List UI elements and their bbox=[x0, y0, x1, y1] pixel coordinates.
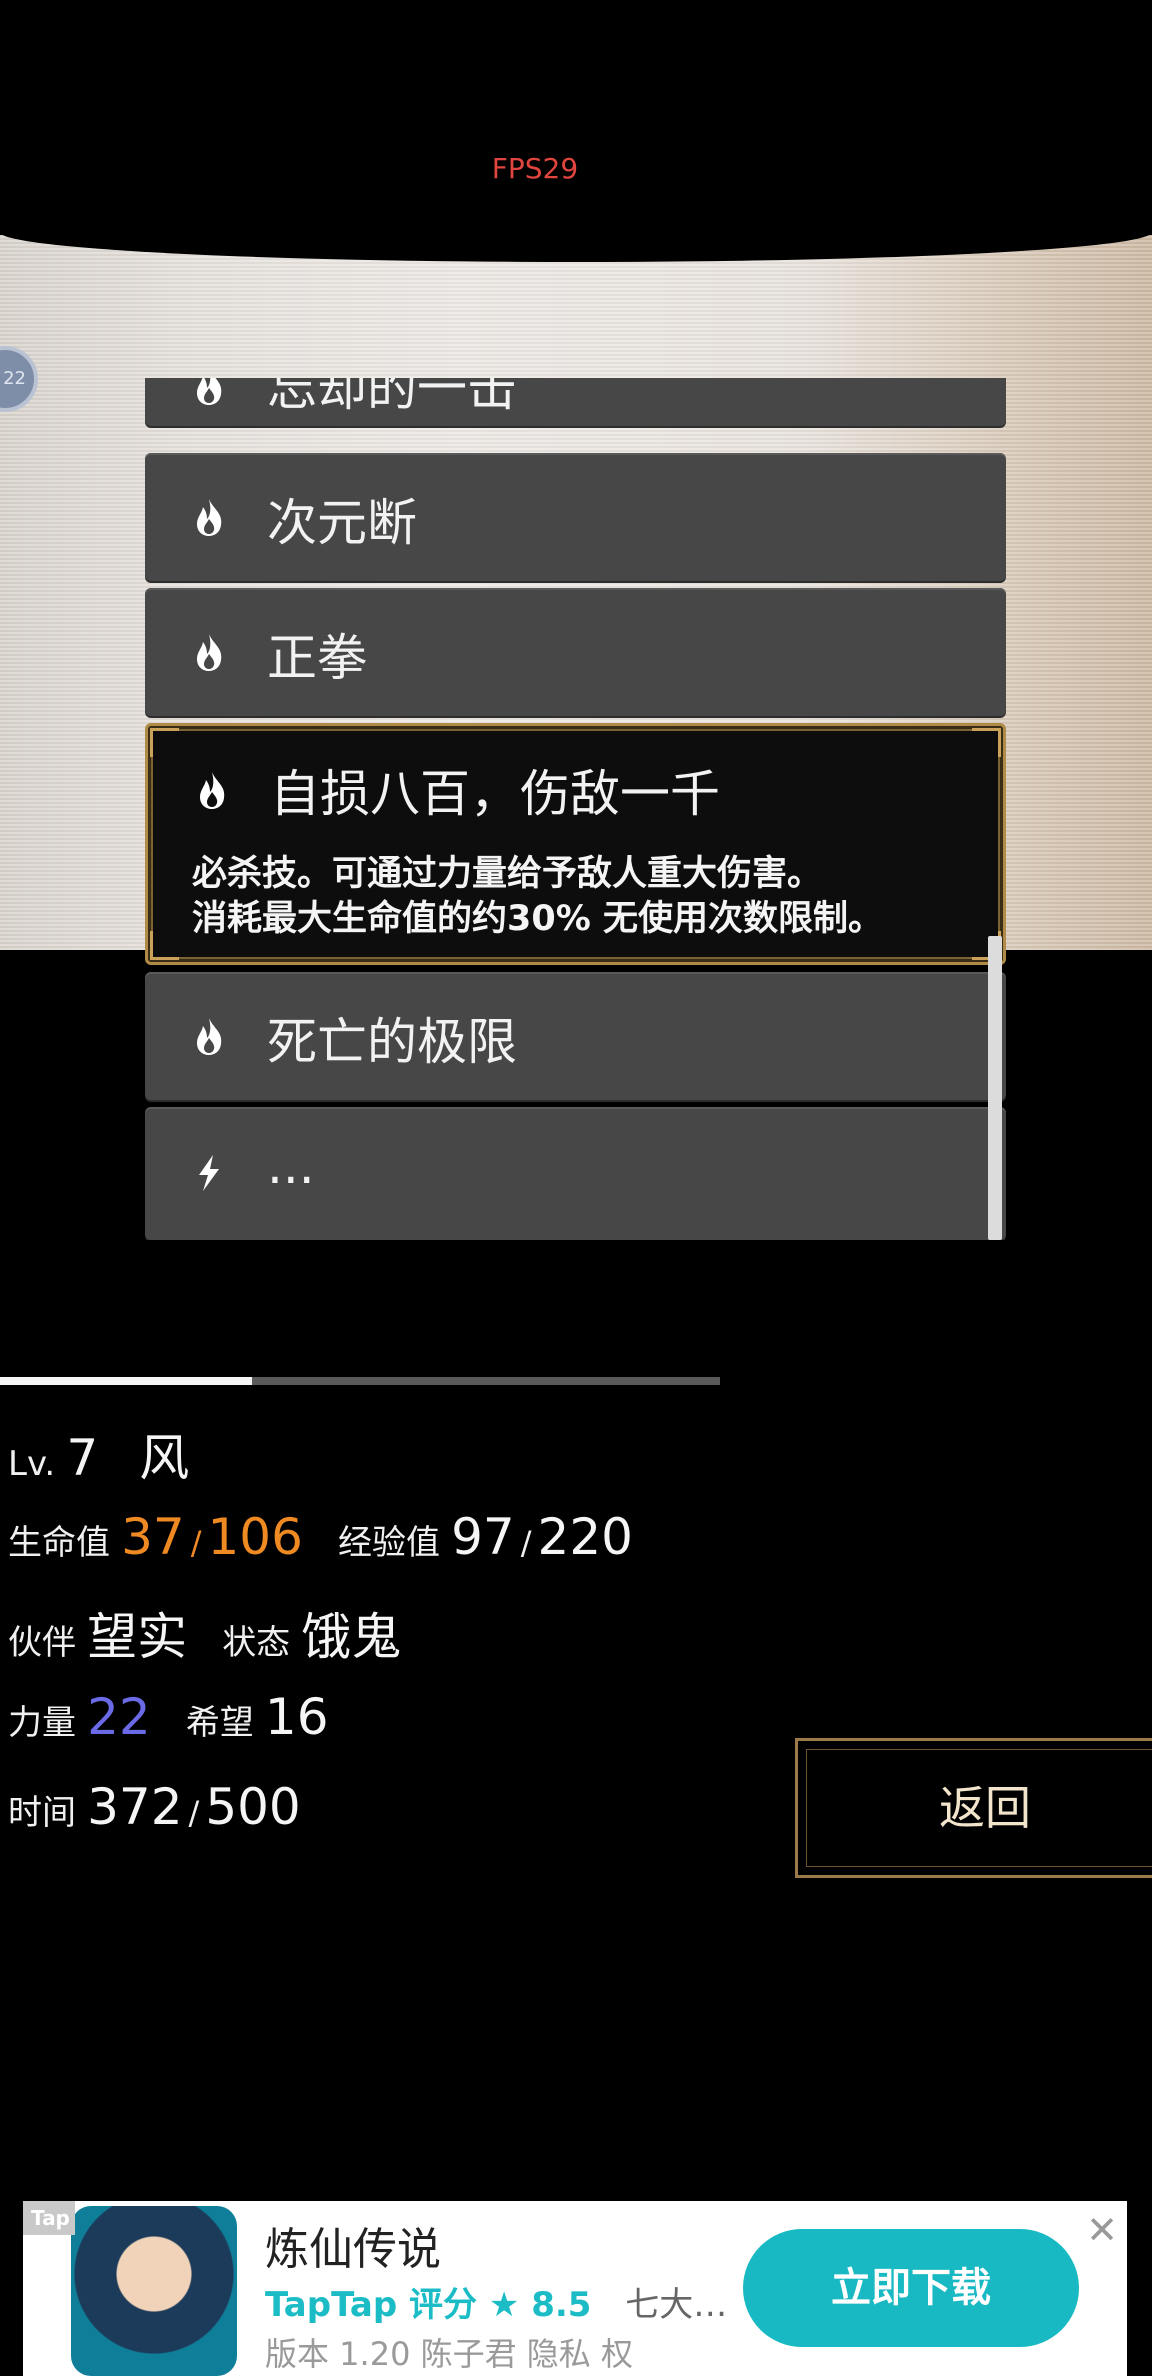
star-icon: ★ bbox=[488, 2285, 520, 2325]
level-value: 7 bbox=[66, 1429, 99, 1487]
flame-icon bbox=[197, 634, 222, 671]
exp-label: 经验值 bbox=[338, 1523, 441, 1563]
skill-name: 忘却的一击 bbox=[267, 378, 517, 417]
skill-name: 正拳 bbox=[267, 629, 367, 687]
ad-version-line: 版本 1.20 陈子君 隐私 权 bbox=[265, 2335, 633, 2373]
hp-label: 生命值 bbox=[8, 1523, 110, 1563]
ad-tag: Tap bbox=[23, 2201, 75, 2235]
flame-icon bbox=[200, 772, 225, 809]
back-button[interactable]: 返回 bbox=[795, 1738, 1152, 1878]
progress-bar bbox=[0, 1377, 720, 1385]
fps-counter: FPS29 bbox=[491, 152, 579, 185]
flame-icon bbox=[197, 378, 222, 405]
skill-name: 次元断 bbox=[267, 494, 417, 552]
hope-value: 16 bbox=[264, 1688, 329, 1746]
level-row: Lv. 7 风 bbox=[8, 1418, 189, 1490]
ad-rating: TapTap 评分 ★ 8.5 七大… bbox=[265, 2285, 728, 2325]
status-label: 状态 bbox=[222, 1623, 291, 1663]
skill-item[interactable]: 正拳 bbox=[145, 588, 1006, 716]
partner-status-row: 伙伴 望实 状态 饿鬼 bbox=[8, 1597, 401, 1669]
time-row: 时间 372/500 bbox=[8, 1778, 301, 1836]
skill-list[interactable]: 忘却的一击 次元断 正拳 自损八百，伤敌一千 必杀技。可通过力量给予敌人重大伤害… bbox=[145, 378, 1006, 1240]
lightning-icon bbox=[199, 1155, 219, 1191]
element-value: 风 bbox=[139, 1429, 190, 1487]
hope-label: 希望 bbox=[185, 1703, 254, 1743]
ad-banner[interactable]: Tap 炼仙传说 TapTap 评分 ★ 8.5 七大… 版本 1.20 陈子君… bbox=[23, 2201, 1127, 2376]
app-icon[interactable] bbox=[71, 2206, 237, 2376]
skill-item[interactable]: 忘却的一击 bbox=[145, 378, 1006, 426]
time-current: 372 bbox=[87, 1778, 183, 1836]
exp-current: 97 bbox=[451, 1508, 515, 1566]
skill-name: ... bbox=[267, 1137, 315, 1195]
skill-item-selected[interactable]: 自损八百，伤敌一千 必杀技。可通过力量给予敌人重大伤害。 消耗最大生命值的约30… bbox=[145, 723, 1006, 965]
power-value: 22 bbox=[87, 1688, 151, 1746]
skill-item[interactable]: 次元断 bbox=[145, 453, 1006, 581]
partner-label: 伙伴 bbox=[8, 1623, 76, 1663]
skill-item[interactable]: 死亡的极限 bbox=[145, 972, 1006, 1100]
exp-max: 220 bbox=[537, 1508, 633, 1566]
level-label: Lv. bbox=[8, 1444, 56, 1484]
skill-description: 必杀技。可通过力量给予敌人重大伤害。 消耗最大生命值的约30% 无使用次数限制。 bbox=[192, 854, 883, 939]
time-max: 500 bbox=[205, 1778, 301, 1836]
power-label: 力量 bbox=[8, 1703, 76, 1743]
power-hope-row: 力量 22 希望 16 bbox=[8, 1688, 329, 1746]
ad-title[interactable]: 炼仙传说 bbox=[265, 2213, 441, 2277]
flame-icon bbox=[197, 499, 222, 536]
skill-name: 死亡的极限 bbox=[267, 1013, 517, 1071]
status-value: 饿鬼 bbox=[301, 1608, 402, 1666]
time-label: 时间 bbox=[8, 1793, 76, 1833]
progress-fill bbox=[0, 1377, 252, 1385]
hp-exp-row: 生命值 37/106 经验值 97/220 bbox=[8, 1508, 633, 1566]
download-button[interactable]: 立即下载 bbox=[743, 2229, 1079, 2347]
skill-item[interactable]: ... bbox=[145, 1107, 1006, 1240]
list-scrollbar[interactable] bbox=[988, 936, 1002, 1240]
skill-name: 自损八百，伤敌一千 bbox=[270, 765, 720, 823]
close-icon[interactable]: ✕ bbox=[1085, 2211, 1119, 2249]
hp-current: 37 bbox=[121, 1508, 185, 1566]
flame-icon bbox=[197, 1018, 222, 1055]
partner-value: 望实 bbox=[87, 1608, 188, 1666]
hp-max: 106 bbox=[207, 1508, 303, 1566]
